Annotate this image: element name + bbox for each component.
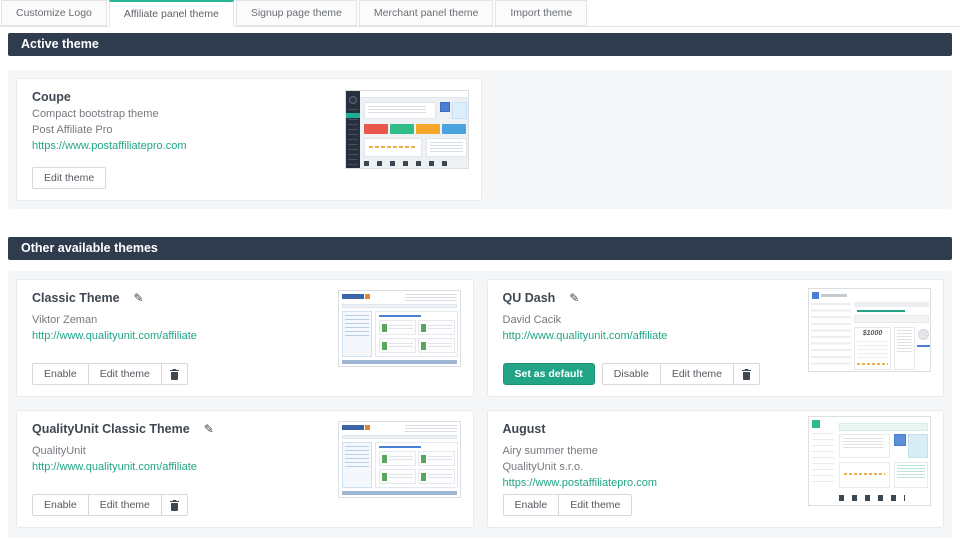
enable-theme-button[interactable]: Enable <box>32 363 89 385</box>
theme-card-qu-dash: QU Dash ✎ David Cacik http://www.quality… <box>487 279 945 397</box>
theme-description: Airy summer theme <box>503 444 657 460</box>
delete-theme-button[interactable] <box>161 494 188 516</box>
thumbnail-amount-label: $1000 <box>854 330 891 337</box>
tab-customize-logo[interactable]: Customize Logo <box>1 0 107 26</box>
theme-link[interactable]: http://www.qualityunit.com/affiliate <box>32 461 197 473</box>
theme-name: August <box>503 422 546 436</box>
theme-card-qualityunit-classic: QualityUnit Classic Theme ✎ QualityUnit … <box>16 410 474 528</box>
qu-dash-theme-thumbnail: $1000 <box>808 288 931 372</box>
theme-name-label: August <box>503 422 546 436</box>
theme-tabs: Customize Logo Affiliate panel theme Sig… <box>0 0 960 27</box>
enable-theme-button[interactable]: Enable <box>503 494 560 516</box>
theme-name: Coupe <box>32 90 71 104</box>
theme-actions: Enable Edit theme <box>32 363 188 385</box>
active-theme-section: Coupe Compact bootstrap theme Post Affil… <box>8 70 952 209</box>
theme-author: Post Affiliate Pro <box>32 123 186 139</box>
theme-actions: Enable Edit theme <box>503 494 633 516</box>
edit-theme-button[interactable]: Edit theme <box>660 363 734 385</box>
themes-grid: Classic Theme ✎ Viktor Zeman http://www.… <box>16 279 944 528</box>
theme-description: Compact bootstrap theme <box>32 107 186 123</box>
theme-author: David Cacik <box>503 313 668 329</box>
theme-author: QualityUnit <box>32 444 197 460</box>
theme-link[interactable]: http://www.qualityunit.com/affiliate <box>32 330 197 342</box>
theme-name: QU Dash ✎ <box>503 291 580 305</box>
coupe-theme-thumbnail <box>345 90 469 169</box>
theme-meta: QualityUnit http://www.qualityunit.com/a… <box>32 444 197 476</box>
theme-meta: Airy summer theme QualityUnit s.r.o. htt… <box>503 444 657 492</box>
qualityunit-classic-theme-thumbnail <box>338 421 461 498</box>
theme-actions: Set as default Disable Edit theme <box>503 363 761 385</box>
theme-button-group: Enable Edit theme <box>32 363 188 385</box>
theme-button-group: Enable Edit theme <box>32 494 188 516</box>
classic-theme-thumbnail <box>338 290 461 367</box>
delete-theme-button[interactable] <box>733 363 760 385</box>
enable-theme-button[interactable]: Enable <box>32 494 89 516</box>
theme-button-group: Enable Edit theme <box>503 494 633 516</box>
theme-name: Classic Theme ✎ <box>32 291 144 305</box>
theme-author: Viktor Zeman <box>32 313 197 329</box>
theme-name-label: QU Dash <box>503 291 556 305</box>
august-theme-thumbnail <box>808 416 931 506</box>
theme-meta: David Cacik http://www.qualityunit.com/a… <box>503 313 668 345</box>
edit-theme-button[interactable]: Edit theme <box>32 167 106 189</box>
theme-name: QualityUnit Classic Theme ✎ <box>32 422 214 436</box>
tab-signup-page-theme[interactable]: Signup page theme <box>236 0 357 26</box>
trash-icon <box>742 369 751 380</box>
edit-theme-button[interactable]: Edit theme <box>88 363 162 385</box>
theme-card-classic-theme: Classic Theme ✎ Viktor Zeman http://www.… <box>16 279 474 397</box>
theme-link[interactable]: http://www.qualityunit.com/affiliate <box>503 330 668 342</box>
theme-name-label: Classic Theme <box>32 291 120 305</box>
theme-button-group: Disable Edit theme <box>602 363 760 385</box>
tab-merchant-panel-theme[interactable]: Merchant panel theme <box>359 0 493 26</box>
theme-actions: Edit theme <box>32 167 106 189</box>
theme-name-label: Coupe <box>32 90 71 104</box>
theme-meta: Compact bootstrap theme Post Affiliate P… <box>32 107 186 155</box>
rename-pencil-icon[interactable]: ✎ <box>204 422 214 436</box>
edit-theme-button[interactable]: Edit theme <box>558 494 632 516</box>
active-theme-section-header: Active theme <box>8 33 952 56</box>
trash-icon <box>170 369 179 380</box>
theme-name-label: QualityUnit Classic Theme <box>32 422 190 436</box>
tab-affiliate-panel-theme[interactable]: Affiliate panel theme <box>109 0 234 27</box>
theme-link[interactable]: https://www.postaffiliatepro.com <box>32 140 186 152</box>
rename-pencil-icon[interactable]: ✎ <box>569 291 579 305</box>
theme-card-august: August Airy summer theme QualityUnit s.r… <box>487 410 945 528</box>
disable-theme-button[interactable]: Disable <box>602 363 661 385</box>
rename-pencil-icon[interactable]: ✎ <box>134 291 144 305</box>
edit-theme-button[interactable]: Edit theme <box>88 494 162 516</box>
theme-card-coupe: Coupe Compact bootstrap theme Post Affil… <box>16 78 482 201</box>
set-as-default-button[interactable]: Set as default <box>503 363 595 385</box>
theme-actions: Enable Edit theme <box>32 494 188 516</box>
delete-theme-button[interactable] <box>161 363 188 385</box>
theme-author: QualityUnit s.r.o. <box>503 460 657 476</box>
other-themes-section-header: Other available themes <box>8 237 952 260</box>
theme-link[interactable]: https://www.postaffiliatepro.com <box>503 477 657 489</box>
trash-icon <box>170 500 179 511</box>
other-themes-section: Classic Theme ✎ Viktor Zeman http://www.… <box>8 271 952 538</box>
theme-meta: Viktor Zeman http://www.qualityunit.com/… <box>32 313 197 345</box>
tab-import-theme[interactable]: Import theme <box>495 0 587 26</box>
